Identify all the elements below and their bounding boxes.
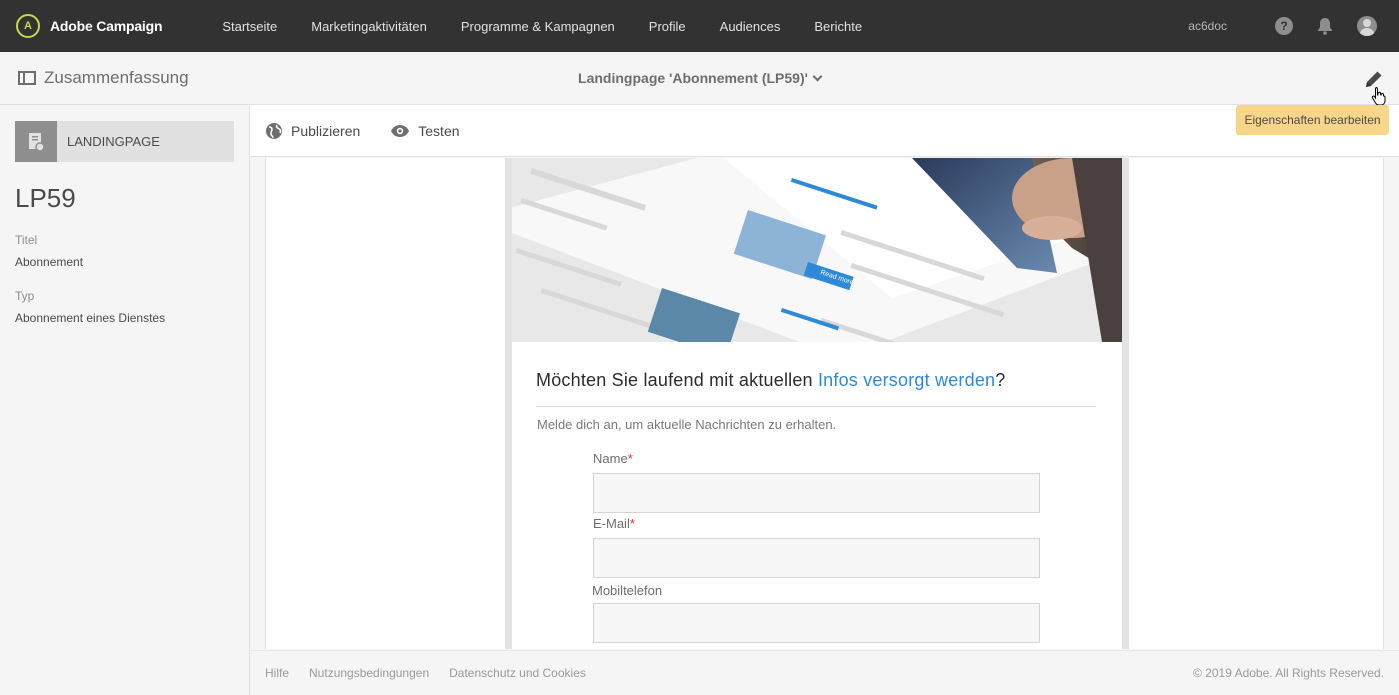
nav-item-startseite[interactable]: Startseite <box>222 19 277 34</box>
publish-button[interactable]: Publizieren <box>265 122 360 140</box>
heading-divider <box>536 406 1096 407</box>
type-chip-label: LANDINGPAGE <box>67 134 160 149</box>
user-avatar[interactable] <box>1357 16 1377 36</box>
landingpage-frame: Read more Möchten Sie laufend mit aktuel… <box>505 158 1129 649</box>
footer-link-terms[interactable]: Nutzungsbedingungen <box>309 666 429 680</box>
top-navigation-bar: A Adobe Campaign Startseite Marketingakt… <box>0 0 1399 52</box>
name-label-text: Name <box>593 451 628 466</box>
email-input[interactable] <box>593 538 1040 578</box>
landingpage-heading: Möchten Sie laufend mit aktuellen Infos … <box>536 370 1005 391</box>
action-toolbar: Publizieren Testen <box>250 105 1399 157</box>
footer-link-help[interactable]: Hilfe <box>265 666 289 680</box>
name-input[interactable] <box>593 473 1040 513</box>
nav-item-profile[interactable]: Profile <box>649 19 686 34</box>
app-title: Adobe Campaign <box>50 18 163 34</box>
landingpage-type-chip: LANDINGPAGE <box>15 121 234 162</box>
landingpage-icon <box>15 121 57 162</box>
required-marker: * <box>629 516 635 531</box>
title-field-value: Abonnement <box>15 255 84 269</box>
type-field-label: Typ <box>15 289 35 303</box>
help-icon[interactable]: ? <box>1275 17 1293 35</box>
instance-code: ac6doc <box>1188 19 1227 33</box>
eye-icon <box>391 124 410 137</box>
nav-item-audiences[interactable]: Audiences <box>720 19 781 34</box>
nav-item-programme-kampagnen[interactable]: Programme & Kampagnen <box>461 19 615 34</box>
notifications-bell-icon[interactable] <box>1317 17 1333 35</box>
chevron-down-icon <box>812 71 823 82</box>
email-field-label: E-Mail* <box>593 516 635 531</box>
landingpage-preview-canvas[interactable]: Read more Möchten Sie laufend mit aktuel… <box>265 158 1384 649</box>
title-field-label: Titel <box>15 233 38 247</box>
intro-text: Melde dich an, um aktuelle Nachrichten z… <box>537 417 837 432</box>
nav-item-berichte[interactable]: Berichte <box>814 19 862 34</box>
hero-image: Read more <box>512 158 1122 342</box>
heading-prefix: Möchten Sie laufend mit aktuellen <box>536 370 818 390</box>
required-marker: * <box>627 451 633 466</box>
heading-suffix: ? <box>995 370 1006 390</box>
mobile-field-label: Mobiltelefon <box>592 583 662 598</box>
nav-right-tools: ac6doc ? <box>1188 0 1377 52</box>
globe-icon <box>266 122 282 139</box>
name-field-label: Name* <box>593 451 633 466</box>
publish-label: Publizieren <box>291 122 361 139</box>
page-title-text: Landingpage 'Abonnement (LP59)' <box>578 70 808 86</box>
test-button[interactable]: Testen <box>390 122 460 139</box>
mobile-label-text: Mobiltelefon <box>592 583 663 598</box>
landingpage-content: Read more Möchten Sie laufend mit aktuel… <box>512 158 1122 649</box>
page-header-bar: Zusammenfassung Landingpage 'Abonnement … <box>0 52 1399 106</box>
type-field-value: Abonnement eines Dienstes <box>15 311 166 325</box>
app-logo[interactable]: A Adobe Campaign <box>16 14 163 38</box>
footer-link-privacy[interactable]: Datenschutz und Cookies <box>449 666 586 680</box>
copyright-text: © 2019 Adobe. All Rights Reserved. <box>1193 666 1384 680</box>
page-footer: Hilfe Nutzungsbedingungen Datenschutz un… <box>250 650 1399 695</box>
email-label-text: E-Mail <box>593 516 630 531</box>
main-nav: Startseite Marketingaktivitäten Programm… <box>222 19 896 34</box>
landingpage-id: LP59 <box>15 183 76 213</box>
nav-item-marketingaktivitaeten[interactable]: Marketingaktivitäten <box>311 19 427 34</box>
edit-properties-tooltip: Eigenschaften bearbeiten <box>1236 105 1389 135</box>
mobile-input[interactable] <box>593 603 1040 643</box>
summary-panel: LANDINGPAGE LP59 Titel Abonnement Typ Ab… <box>0 105 250 695</box>
page-title[interactable]: Landingpage 'Abonnement (LP59)' <box>0 70 1399 86</box>
mouse-pointer-hand-icon <box>1371 86 1387 106</box>
adobe-campaign-logo-icon: A <box>16 14 40 38</box>
heading-highlight: Infos versorgt werden <box>817 370 996 390</box>
test-label: Testen <box>418 122 460 139</box>
